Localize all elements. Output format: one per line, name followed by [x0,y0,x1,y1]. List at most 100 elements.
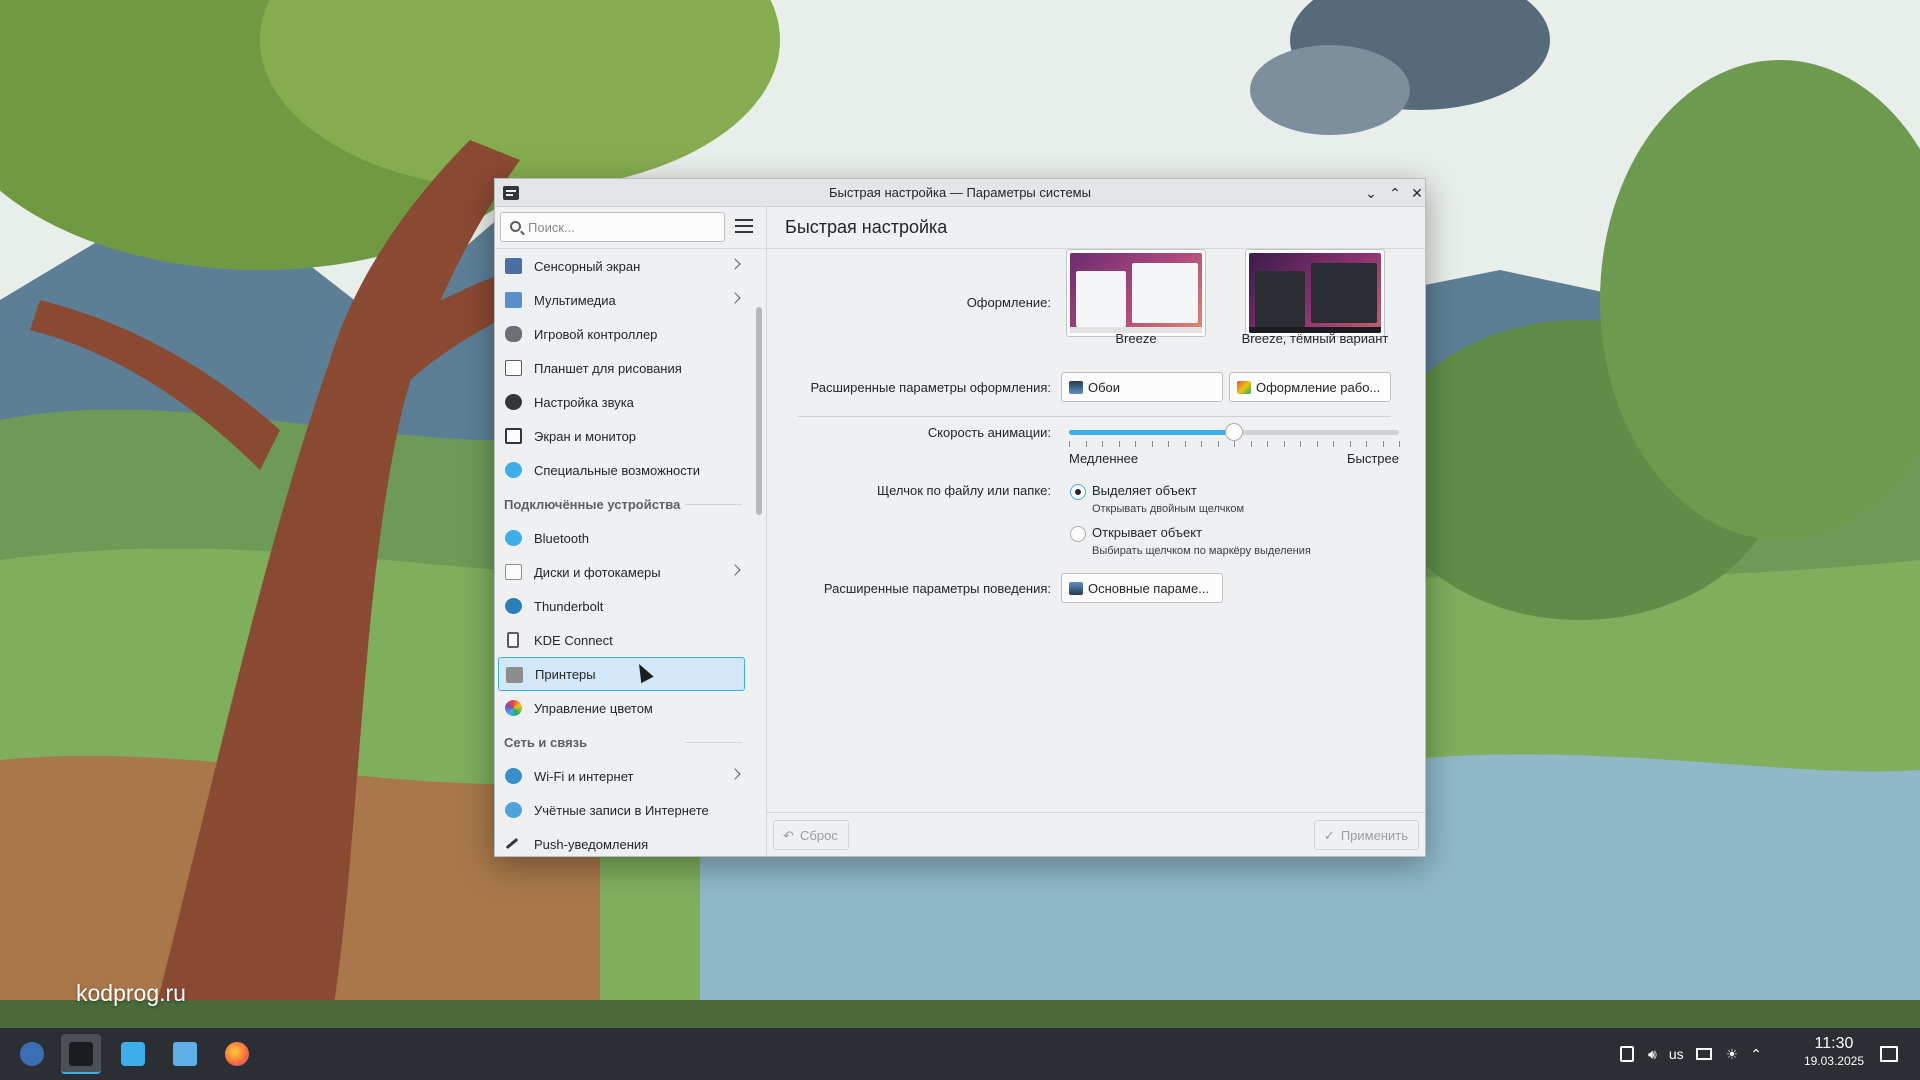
brightness-icon[interactable]: ☀ [1726,1046,1739,1063]
theme-name-breeze: Breeze [1115,331,1157,346]
sidebar-item-label: Thunderbolt [534,598,604,614]
apply-button[interactable]: ✓ Применить [1313,820,1419,850]
search-box[interactable] [500,212,725,242]
wallpaper-button[interactable]: Обои [1061,372,1223,402]
sidebar-item-printers[interactable]: Принтеры [498,657,745,691]
sidebar-item-label: Wi-Fi и интернет [534,768,634,784]
advanced-appearance-label: Расширенные параметры оформления: [810,380,1052,395]
option-select-label: Выделяет объект [1092,483,1197,498]
hamburger-menu-icon[interactable] [735,219,753,235]
slider-tick [1267,441,1268,447]
kde-connect-icon [507,632,519,648]
apply-button-label: Применить [1340,827,1408,843]
chevron-right-icon [729,258,741,270]
sidebar-item-label: Учётные записи в Интернете [534,802,709,818]
taskbar: 🔊︎ us ☀ ⌃ 11:30 19.03.2025 [0,1028,1920,1080]
fedora-logo-icon [20,1042,44,1066]
sidebar-item-bluetooth[interactable]: Bluetooth [498,521,745,555]
taskbar-system-settings[interactable] [61,1034,101,1074]
window-titlebar[interactable]: Быстрая настройка — Параметры системы ⌄ … [495,179,1425,207]
push-notifications-icon [505,837,519,850]
slider-tick [1085,441,1087,447]
section-connected-devices: Подключённые устройства [495,487,748,521]
clipboard-icon[interactable] [1620,1046,1634,1062]
theme-card-breeze-dark[interactable] [1245,249,1385,337]
sidebar-item-label: Управление цветом [534,700,653,716]
sidebar-item-thunderbolt[interactable]: Thunderbolt [498,589,745,623]
workspace-theme-icon [1237,381,1251,394]
sidebar-item-drawing-tablet[interactable]: Планшет для рисования [498,351,745,385]
search-input[interactable] [528,217,718,237]
minimize-button[interactable]: ⌄ [1361,183,1381,203]
clock[interactable]: 11:30 19.03.2025 [1804,1035,1864,1068]
maximize-button[interactable]: ⌃ [1385,183,1405,203]
workspace-theme-button-label: Оформление рабо... [1256,379,1381,395]
system-settings-icon [69,1042,93,1066]
slider-handle[interactable] [1225,423,1243,441]
animation-speed-slider[interactable] [1069,423,1399,441]
sidebar-item-color-management[interactable]: Управление цветом [498,691,745,725]
keyboard-layout[interactable]: us [1669,1046,1684,1062]
slider-tick [1217,441,1219,447]
slider-tick [1283,441,1285,447]
taskbar-firefox[interactable] [217,1034,257,1074]
monitor-icon [505,428,522,444]
sidebar-item-touchscreen[interactable]: Сенсорный экран [498,249,745,283]
touchscreen-icon [505,258,522,274]
radio-open-object[interactable] [1070,526,1086,542]
network-icon[interactable] [1695,1048,1712,1060]
breeze-preview [1070,253,1202,333]
sidebar-item-kde-connect[interactable]: KDE Connect [498,623,745,657]
slider-tick [1316,441,1318,447]
desktop-watermark: kodprog.ru [76,980,186,1006]
volume-icon[interactable]: 🔊︎ [1648,1046,1657,1063]
search-icon [510,221,521,232]
taskbar-file-manager[interactable] [165,1034,205,1074]
taskbar-discover[interactable] [113,1034,153,1074]
sidebar-item-label: Настройка звука [534,394,634,410]
sidebar-item-push-notifications[interactable]: Push-уведомления [498,827,745,856]
general-behavior-button-label: Основные параме... [1088,580,1210,596]
accessibility-icon [505,462,522,478]
thunderbolt-icon [505,598,522,614]
sidebar-item-label: Принтеры [535,666,596,682]
show-desktop-icon[interactable] [1880,1046,1898,1062]
reset-button[interactable]: ↶ Сброс [773,820,849,850]
page-title: Быстрая настройка [767,207,1425,249]
slider-tick [1300,441,1301,447]
chevron-right-icon [729,564,741,576]
sidebar-item-label: Специальные возможности [534,462,700,478]
slider-tick [1250,441,1252,447]
workspace-theme-button[interactable]: Оформление рабо... [1229,372,1391,402]
main-panel: Быстрая настройка Оформление: Breeze Bre… [767,207,1425,856]
section-divider [797,416,1391,417]
section-network: Сеть и связь [495,725,748,759]
theme-card-breeze[interactable] [1066,249,1206,337]
sidebar-item-accessibility[interactable]: Специальные возможности [498,453,745,487]
slider-tick [1168,441,1169,447]
slider-tick [1366,441,1367,447]
sidebar-item-label: Игровой контроллер [534,326,658,342]
slider-fill [1069,430,1234,435]
sidebar-item-multimedia[interactable]: Мультимедиа [498,283,745,317]
checkmark-icon: ✓ [1323,828,1335,843]
disks-icon [505,564,522,580]
sidebar-item-wifi[interactable]: Wi-Fi и интернет [498,759,745,793]
folder-icon [173,1042,197,1066]
wallpaper-icon [1069,381,1083,394]
reset-button-label: Сброс [800,827,838,843]
sidebar-item-disks-cameras[interactable]: Диски и фотокамеры [498,555,745,589]
sidebar-item-sound[interactable]: Настройка звука [498,385,745,419]
chevron-up-icon[interactable]: ⌃ [1750,1046,1762,1063]
application-launcher[interactable] [12,1034,52,1074]
undo-icon: ↶ [783,828,794,843]
close-button[interactable]: ✕ [1407,183,1427,203]
general-behavior-button[interactable]: Основные параме... [1061,573,1223,603]
settings-icon [1069,582,1083,595]
sidebar-item-game-controller[interactable]: Игровой контроллер [498,317,745,351]
sidebar-item-display[interactable]: Экран и монитор [498,419,745,453]
search-row [495,207,766,249]
sidebar-item-online-accounts[interactable]: Учётные записи в Интернете [498,793,745,827]
radio-select-object[interactable] [1070,484,1086,500]
sidebar: Сенсорный экран Мультимедиа Игровой конт… [495,207,767,856]
